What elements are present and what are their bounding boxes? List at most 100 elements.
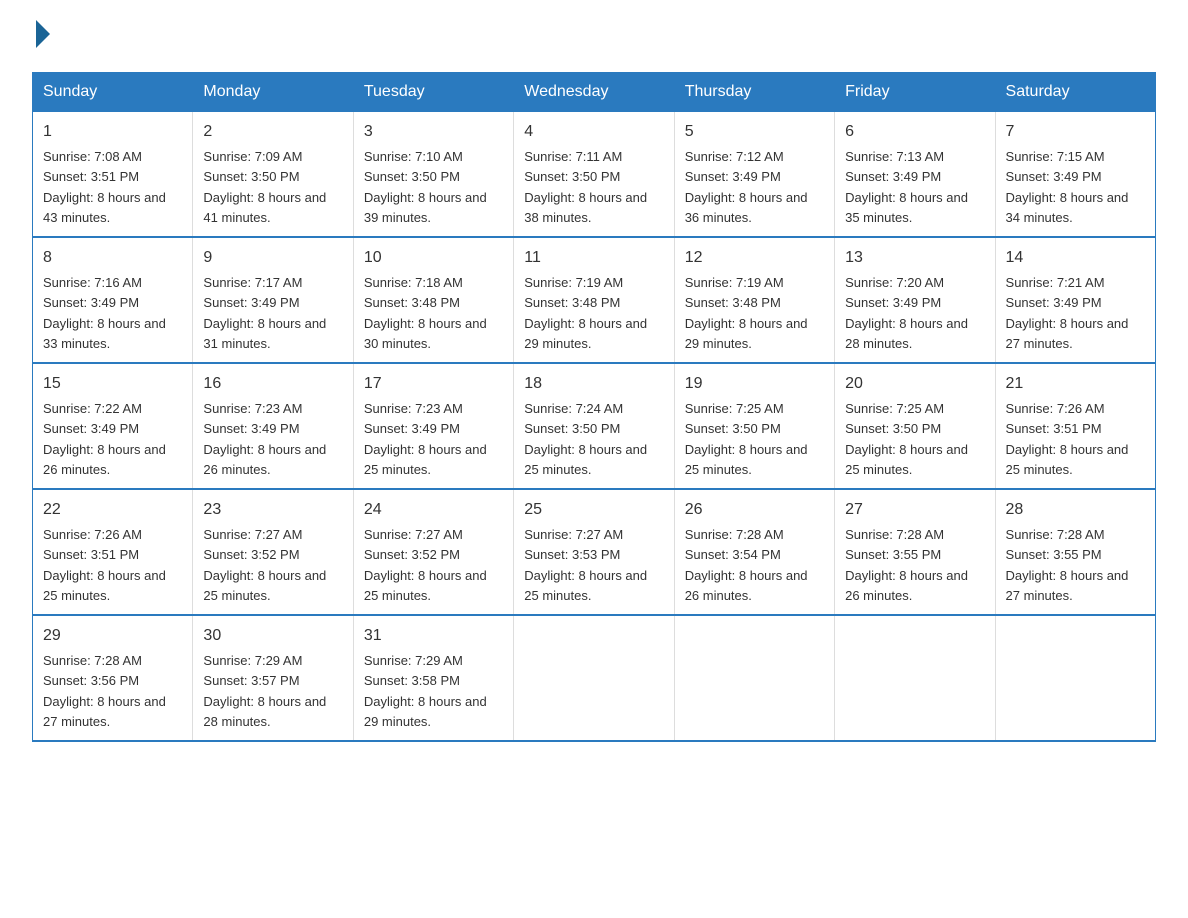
table-row: 26 Sunrise: 7:28 AMSunset: 3:54 PMDayligh… [674,489,834,615]
day-info: Sunrise: 7:13 AMSunset: 3:49 PMDaylight:… [845,149,968,225]
day-number: 16 [203,372,342,396]
day-number: 4 [524,120,663,144]
day-number: 7 [1006,120,1145,144]
col-saturday: Saturday [995,73,1155,112]
table-row: 10 Sunrise: 7:18 AMSunset: 3:48 PMDayligh… [353,237,513,363]
day-number: 19 [685,372,824,396]
logo [32,24,50,48]
day-info: Sunrise: 7:17 AMSunset: 3:49 PMDaylight:… [203,275,326,351]
day-info: Sunrise: 7:25 AMSunset: 3:50 PMDaylight:… [845,401,968,477]
day-info: Sunrise: 7:27 AMSunset: 3:53 PMDaylight:… [524,527,647,603]
table-row: 1 Sunrise: 7:08 AMSunset: 3:51 PMDaylight… [33,112,193,238]
day-number: 12 [685,246,824,270]
day-number: 15 [43,372,182,396]
day-info: Sunrise: 7:18 AMSunset: 3:48 PMDaylight:… [364,275,487,351]
col-friday: Friday [835,73,995,112]
table-row: 18 Sunrise: 7:24 AMSunset: 3:50 PMDayligh… [514,363,674,489]
calendar-header-row: Sunday Monday Tuesday Wednesday Thursday… [33,73,1156,112]
day-number: 2 [203,120,342,144]
table-row: 20Sunrise: 7:25 AMSunset: 3:50 PMDayligh… [835,363,995,489]
table-row: 19 Sunrise: 7:25 AMSunset: 3:50 PMDayligh… [674,363,834,489]
day-info: Sunrise: 7:29 AMSunset: 3:57 PMDaylight:… [203,653,326,729]
table-row: 27 Sunrise: 7:28 AMSunset: 3:55 PMDayligh… [835,489,995,615]
day-info: Sunrise: 7:19 AMSunset: 3:48 PMDaylight:… [685,275,808,351]
day-number: 11 [524,246,663,270]
table-row: 13 Sunrise: 7:20 AMSunset: 3:49 PMDayligh… [835,237,995,363]
table-row [514,615,674,741]
day-number: 25 [524,498,663,522]
day-number: 9 [203,246,342,270]
day-info: Sunrise: 7:09 AMSunset: 3:50 PMDaylight:… [203,149,326,225]
day-info: Sunrise: 7:23 AMSunset: 3:49 PMDaylight:… [203,401,326,477]
table-row: 22Sunrise: 7:26 AMSunset: 3:51 PMDayligh… [33,489,193,615]
day-info: Sunrise: 7:29 AMSunset: 3:58 PMDaylight:… [364,653,487,729]
table-row [674,615,834,741]
logo-arrow-icon [36,20,50,48]
table-row: 3 Sunrise: 7:10 AMSunset: 3:50 PMDaylight… [353,112,513,238]
table-row: 28 Sunrise: 7:28 AMSunset: 3:55 PMDayligh… [995,489,1155,615]
day-number: 28 [1006,498,1145,522]
day-info: Sunrise: 7:19 AMSunset: 3:48 PMDaylight:… [524,275,647,351]
table-row: 23Sunrise: 7:27 AMSunset: 3:52 PMDayligh… [193,489,353,615]
day-info: Sunrise: 7:27 AMSunset: 3:52 PMDaylight:… [364,527,487,603]
day-number: 31 [364,624,503,648]
calendar-week-row: 29Sunrise: 7:28 AMSunset: 3:56 PMDayligh… [33,615,1156,741]
table-row: 6 Sunrise: 7:13 AMSunset: 3:49 PMDaylight… [835,112,995,238]
day-info: Sunrise: 7:08 AMSunset: 3:51 PMDaylight:… [43,149,166,225]
day-number: 13 [845,246,984,270]
day-info: Sunrise: 7:26 AMSunset: 3:51 PMDaylight:… [1006,401,1129,477]
day-number: 26 [685,498,824,522]
day-number: 18 [524,372,663,396]
table-row: 7 Sunrise: 7:15 AMSunset: 3:49 PMDaylight… [995,112,1155,238]
day-number: 5 [685,120,824,144]
day-info: Sunrise: 7:21 AMSunset: 3:49 PMDaylight:… [1006,275,1129,351]
table-row [835,615,995,741]
day-info: Sunrise: 7:16 AMSunset: 3:49 PMDaylight:… [43,275,166,351]
table-row: 5Sunrise: 7:12 AMSunset: 3:49 PMDaylight… [674,112,834,238]
day-number: 3 [364,120,503,144]
calendar-week-row: 22Sunrise: 7:26 AMSunset: 3:51 PMDayligh… [33,489,1156,615]
table-row: 29Sunrise: 7:28 AMSunset: 3:56 PMDayligh… [33,615,193,741]
table-row: 24Sunrise: 7:27 AMSunset: 3:52 PMDayligh… [353,489,513,615]
day-number: 23 [203,498,342,522]
table-row: 8 Sunrise: 7:16 AMSunset: 3:49 PMDaylight… [33,237,193,363]
col-thursday: Thursday [674,73,834,112]
table-row: 16 Sunrise: 7:23 AMSunset: 3:49 PMDayligh… [193,363,353,489]
col-wednesday: Wednesday [514,73,674,112]
day-number: 1 [43,120,182,144]
day-number: 10 [364,246,503,270]
day-number: 8 [43,246,182,270]
day-number: 6 [845,120,984,144]
day-info: Sunrise: 7:25 AMSunset: 3:50 PMDaylight:… [685,401,808,477]
calendar-week-row: 15 Sunrise: 7:22 AMSunset: 3:49 PMDayligh… [33,363,1156,489]
day-info: Sunrise: 7:28 AMSunset: 3:55 PMDaylight:… [1006,527,1129,603]
day-number: 27 [845,498,984,522]
table-row: 12 Sunrise: 7:19 AMSunset: 3:48 PMDayligh… [674,237,834,363]
day-info: Sunrise: 7:24 AMSunset: 3:50 PMDaylight:… [524,401,647,477]
day-number: 22 [43,498,182,522]
table-row: 31 Sunrise: 7:29 AMSunset: 3:58 PMDayligh… [353,615,513,741]
day-number: 30 [203,624,342,648]
table-row: 11 Sunrise: 7:19 AMSunset: 3:48 PMDayligh… [514,237,674,363]
table-row: 14Sunrise: 7:21 AMSunset: 3:49 PMDayligh… [995,237,1155,363]
day-info: Sunrise: 7:22 AMSunset: 3:49 PMDaylight:… [43,401,166,477]
table-row: 25 Sunrise: 7:27 AMSunset: 3:53 PMDayligh… [514,489,674,615]
day-number: 21 [1006,372,1145,396]
day-number: 17 [364,372,503,396]
calendar-table: Sunday Monday Tuesday Wednesday Thursday… [32,72,1156,742]
day-info: Sunrise: 7:28 AMSunset: 3:55 PMDaylight:… [845,527,968,603]
table-row: 30 Sunrise: 7:29 AMSunset: 3:57 PMDayligh… [193,615,353,741]
col-tuesday: Tuesday [353,73,513,112]
day-info: Sunrise: 7:28 AMSunset: 3:56 PMDaylight:… [43,653,166,729]
calendar-week-row: 8 Sunrise: 7:16 AMSunset: 3:49 PMDaylight… [33,237,1156,363]
day-info: Sunrise: 7:10 AMSunset: 3:50 PMDaylight:… [364,149,487,225]
day-info: Sunrise: 7:20 AMSunset: 3:49 PMDaylight:… [845,275,968,351]
day-info: Sunrise: 7:28 AMSunset: 3:54 PMDaylight:… [685,527,808,603]
table-row: 9 Sunrise: 7:17 AMSunset: 3:49 PMDaylight… [193,237,353,363]
table-row [995,615,1155,741]
day-info: Sunrise: 7:15 AMSunset: 3:49 PMDaylight:… [1006,149,1129,225]
page-header [32,24,1156,48]
day-info: Sunrise: 7:11 AMSunset: 3:50 PMDaylight:… [524,149,647,225]
table-row: 21 Sunrise: 7:26 AMSunset: 3:51 PMDayligh… [995,363,1155,489]
col-sunday: Sunday [33,73,193,112]
